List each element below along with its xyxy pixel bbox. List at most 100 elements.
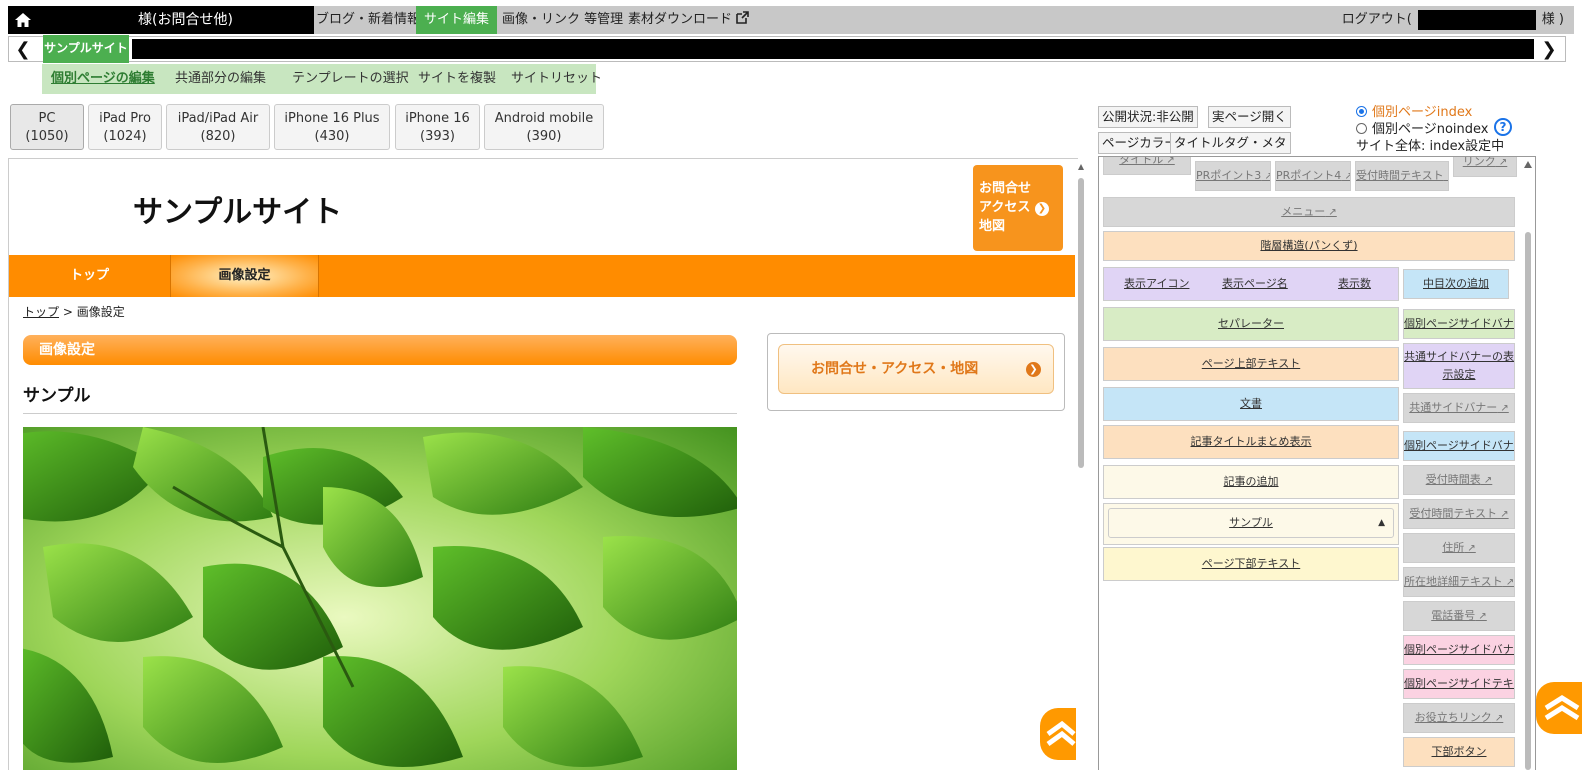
- block-bottom-button[interactable]: 下部ボタン: [1403, 737, 1515, 767]
- block-side-banner-2[interactable]: 個別ページサイドバナー2: [1403, 431, 1515, 461]
- panel-scrollbar[interactable]: [1520, 156, 1536, 770]
- submenu-individual-page[interactable]: 個別ページの編集: [51, 64, 155, 94]
- device-iphone-16[interactable]: iPhone 16 (393): [395, 104, 480, 150]
- preview-nav-top[interactable]: トップ: [9, 255, 171, 297]
- device-name: iPhone 16: [405, 111, 470, 126]
- section-title-bar[interactable]: 画像設定: [23, 335, 737, 365]
- device-width: (390): [526, 129, 562, 144]
- block-side-reception-time-text[interactable]: 受付時間テキスト: [1403, 499, 1515, 529]
- block-common-side-banner[interactable]: 共通サイドバナー: [1403, 393, 1515, 423]
- device-ipad-pro[interactable]: iPad Pro (1024): [88, 104, 162, 150]
- publish-status-button[interactable]: 公開状況:非公開: [1098, 106, 1198, 128]
- toc-icon[interactable]: 表示アイコン: [1124, 268, 1189, 300]
- block-menu[interactable]: メニュー: [1103, 197, 1515, 227]
- title-meta-button[interactable]: タイトルタグ・メタ: [1170, 132, 1291, 154]
- preview-site-title[interactable]: サンプルサイト: [133, 187, 342, 231]
- menu-image-link[interactable]: 画像・リンク 等管理: [494, 6, 631, 34]
- side-contact-box: お問合せ・アクセス・地図 ❯: [767, 333, 1065, 411]
- block-separator[interactable]: セパレーター: [1103, 307, 1399, 341]
- block-article-title-summary[interactable]: 記事タイトルまとめ表示: [1103, 425, 1399, 459]
- radio-index[interactable]: 個別ページindex: [1356, 104, 1504, 121]
- preview-scrollbar[interactable]: [1076, 158, 1086, 770]
- submenu-duplicate[interactable]: サイトを複製: [418, 64, 496, 94]
- block-reception-time-text[interactable]: 受付時間テキスト: [1355, 161, 1449, 191]
- sample-heading[interactable]: サンプル: [23, 381, 91, 406]
- block-page-bottom-text[interactable]: ページ下部テキスト: [1103, 547, 1399, 581]
- external-link-icon: [736, 11, 749, 24]
- radio-index-label: 個別ページindex: [1372, 105, 1473, 120]
- block-address[interactable]: 住所: [1403, 533, 1515, 563]
- device-name: iPad Pro: [99, 111, 151, 126]
- device-width: (1050): [25, 129, 69, 144]
- leaves-photo: [23, 427, 737, 770]
- page-top-button[interactable]: [1040, 708, 1076, 760]
- next-site-button[interactable]: ❯: [1537, 37, 1561, 61]
- open-page-button[interactable]: 実ページ開く: [1208, 106, 1291, 128]
- contact-line: 地図: [979, 219, 1006, 234]
- device-iphone-16-plus[interactable]: iPhone 16 Plus (430): [274, 104, 390, 150]
- submenu-common-parts[interactable]: 共通部分の編集: [175, 64, 266, 94]
- chevron-right-icon: ❯: [1541, 38, 1557, 60]
- contact-line-2: アクセス ❯: [979, 198, 1057, 217]
- block-side-banner-3[interactable]: 個別ページサイドバナー3: [1403, 635, 1515, 665]
- help-icon[interactable]: ?: [1494, 118, 1512, 136]
- preview-contact-button[interactable]: お問合せ アクセス ❯ 地図: [973, 165, 1063, 251]
- prev-site-button[interactable]: ❮: [11, 37, 35, 61]
- radio-noindex[interactable]: 個別ページnoindex: [1356, 121, 1504, 138]
- device-name: iPhone 16 Plus: [284, 111, 380, 126]
- block-body-text[interactable]: 文書: [1103, 387, 1399, 421]
- breadcrumb: トップ > 画像設定: [23, 303, 125, 320]
- block-reception-time-table[interactable]: 受付時間表: [1403, 465, 1515, 495]
- device-width: (430): [314, 129, 350, 144]
- home-button[interactable]: [8, 6, 38, 34]
- site-tag[interactable]: サンプルサイト: [43, 35, 129, 63]
- page-top-button-2[interactable]: [1536, 682, 1582, 734]
- submenu-template[interactable]: テンプレートの選択: [292, 64, 409, 94]
- block-link[interactable]: リンク: [1453, 157, 1517, 177]
- side-contact-label: お問合せ・アクセス・地図: [811, 361, 979, 377]
- double-chevron-up-icon: [1046, 720, 1076, 747]
- block-side-banner-1[interactable]: 個別ページサイドバナー1: [1403, 309, 1515, 339]
- block-location-detail[interactable]: 所在地詳細テキスト: [1403, 567, 1515, 597]
- toc-count[interactable]: 表示数: [1338, 268, 1371, 300]
- block-toc: 表示アイコン 表示ページ名 表示数: [1103, 267, 1399, 301]
- block-add-sub-toc[interactable]: 中目次の追加: [1403, 269, 1509, 299]
- block-common-side-banner-setting[interactable]: 共通サイドバナーの表示設定: [1403, 343, 1515, 389]
- menu-site-edit[interactable]: サイト編集: [416, 6, 498, 34]
- device-width: (1024): [103, 129, 147, 144]
- device-width: (820): [200, 129, 236, 144]
- menu-material-download[interactable]: 素材ダウンロード: [620, 6, 757, 34]
- leaves-image[interactable]: [23, 427, 737, 770]
- article-select[interactable]: サンプル ▲: [1108, 508, 1394, 538]
- site-index-status: サイト全体: index設定中: [1356, 139, 1505, 154]
- block-add-article[interactable]: 記事の追加: [1103, 465, 1399, 499]
- block-pr-point-4[interactable]: PRポイント4: [1275, 161, 1351, 191]
- block-phone[interactable]: 電話番号: [1403, 601, 1515, 631]
- logout-suffix: 様 ): [1541, 12, 1564, 27]
- toc-page-name[interactable]: 表示ページ名: [1222, 268, 1288, 300]
- block-breadcrumb[interactable]: 階層構造(パンくず): [1103, 231, 1515, 261]
- radio-off-icon: [1356, 123, 1367, 134]
- side-contact-button[interactable]: お問合せ・アクセス・地図 ❯: [778, 344, 1054, 394]
- device-name: iPad/iPad Air: [177, 111, 259, 126]
- block-pr-point-3[interactable]: PRポイント3: [1195, 161, 1271, 191]
- logout-link[interactable]: ログアウト( 様 ): [1342, 6, 1564, 34]
- block-useful-links[interactable]: お役立ちリンク: [1403, 703, 1515, 733]
- device-pc[interactable]: PC (1050): [10, 104, 84, 150]
- breadcrumb-home-link[interactable]: トップ: [23, 305, 59, 319]
- customer-suffix: 様(お問合せ他): [138, 12, 233, 28]
- block-side-text[interactable]: 個別ページサイドテキスト: [1403, 669, 1515, 699]
- article-select-value: サンプル: [1229, 516, 1273, 529]
- submenu-reset[interactable]: サイトリセット: [511, 64, 602, 94]
- block-title[interactable]: タイトル: [1103, 157, 1191, 175]
- device-android[interactable]: Android mobile (390): [484, 104, 604, 150]
- device-ipad-air[interactable]: iPad/iPad Air (820): [166, 104, 270, 150]
- page-color-button[interactable]: ページカラー: [1098, 132, 1181, 154]
- contact-line: アクセス: [979, 200, 1031, 215]
- preview-nav-image-settings[interactable]: 画像設定: [171, 255, 319, 297]
- redacted-user: [1417, 10, 1536, 30]
- menu-blog[interactable]: ブログ・新着情報: [308, 6, 428, 34]
- radio-on-icon: [1356, 106, 1367, 117]
- breadcrumb-current: 画像設定: [76, 305, 125, 319]
- block-page-top-text[interactable]: ページ上部テキスト: [1103, 347, 1399, 381]
